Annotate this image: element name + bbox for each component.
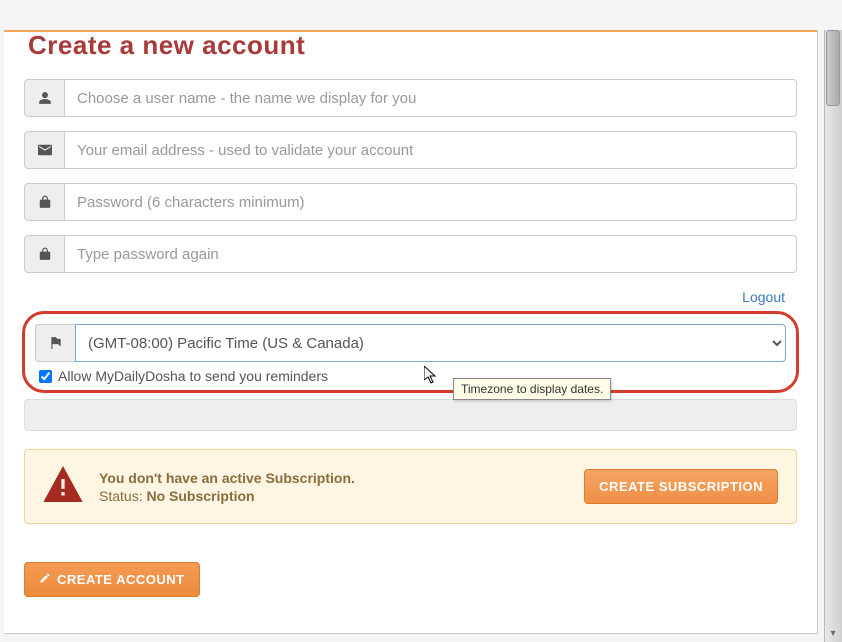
alert-body: You don't have an active Subscription. S… (99, 470, 568, 504)
highlight-annotation: (GMT-08:00) Pacific Time (US & Canada) A… (22, 311, 799, 393)
top-accent-bar (4, 30, 817, 32)
alert-status-label: Status: (99, 488, 143, 504)
scrollbar-down-icon[interactable]: ▾ (824, 624, 842, 642)
reminders-label: Allow MyDailyDosha to send you reminders (58, 368, 328, 384)
grey-spacer (24, 399, 797, 431)
create-account-button[interactable]: CREATE ACCOUNT (24, 562, 200, 597)
username-input[interactable] (64, 79, 797, 117)
lock-icon (24, 235, 64, 273)
create-account-label: CREATE ACCOUNT (57, 572, 185, 587)
scrollbar-thumb[interactable] (826, 30, 840, 106)
page-container: Create a new account Logout (4, 30, 818, 634)
logout-wrap: Logout (20, 289, 785, 307)
timezone-select[interactable]: (GMT-08:00) Pacific Time (US & Canada) (75, 324, 786, 362)
reminders-checkbox[interactable] (39, 370, 52, 383)
create-subscription-button[interactable]: CREATE SUBSCRIPTION (584, 469, 778, 504)
password-confirm-group (24, 235, 797, 273)
page-title: Create a new account (28, 30, 801, 61)
lock-icon (24, 183, 64, 221)
envelope-icon (24, 131, 64, 169)
password-group (24, 183, 797, 221)
timezone-tooltip: Timezone to display dates. (453, 378, 611, 400)
logout-link[interactable]: Logout (742, 289, 785, 305)
email-group (24, 131, 797, 169)
scrollbar-track[interactable]: ▾ (824, 30, 842, 642)
warning-icon (43, 466, 83, 507)
flag-icon (35, 324, 75, 362)
reminders-row: Allow MyDailyDosha to send you reminders (39, 368, 788, 384)
subscription-alert: You don't have an active Subscription. S… (24, 449, 797, 524)
pencil-icon (39, 572, 51, 587)
password-confirm-input[interactable] (64, 235, 797, 273)
alert-status-value: No Subscription (146, 488, 254, 504)
timezone-group: (GMT-08:00) Pacific Time (US & Canada) (35, 324, 786, 362)
password-input[interactable] (64, 183, 797, 221)
user-icon (24, 79, 64, 117)
create-row: CREATE ACCOUNT (24, 562, 801, 597)
email-input[interactable] (64, 131, 797, 169)
username-group (24, 79, 797, 117)
alert-title: You don't have an active Subscription. (99, 470, 568, 486)
alert-status-line: Status: No Subscription (99, 488, 568, 504)
